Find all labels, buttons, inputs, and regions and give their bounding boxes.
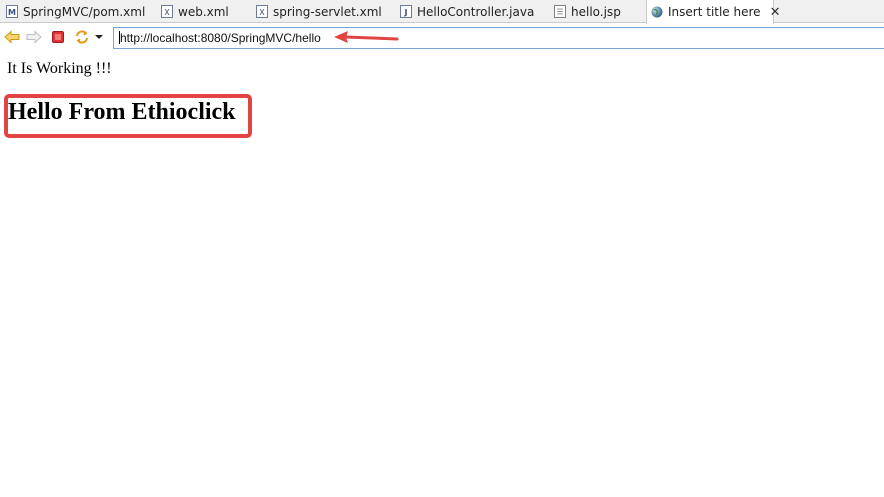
browser-content: It Is Working !!! Hello From Ethioclick [0,50,884,497]
svg-text:X: X [164,8,170,17]
jsp-file-icon [554,5,566,18]
tab-label: spring-servlet.xml [273,4,382,19]
tab-hello-controller-java[interactable]: J HelloController.java [400,0,554,23]
close-icon[interactable]: ✕ [770,6,781,19]
annotation-arrow-icon [334,31,399,43]
browser-toolbar: http://localhost:8080/SpringMVC/hello [0,24,884,50]
tab-hello-jsp[interactable]: hello.jsp [554,0,646,23]
chevron-down-icon[interactable] [93,29,105,45]
tab-label: SpringMVC/pom.xml [23,4,146,19]
svg-text:X: X [259,8,265,17]
tab-label: hello.jsp [571,4,621,19]
url-text: http://localhost:8080/SpringMVC/hello [120,31,321,45]
back-icon[interactable] [4,29,20,45]
tab-insert-title-here[interactable]: Insert title here ✕ [646,0,780,24]
tab-pom-xml[interactable]: M SpringMVC/pom.xml [0,0,161,23]
svg-text:M: M [8,8,16,17]
editor-tab-bar: M SpringMVC/pom.xml X web.xml X spring-s… [0,0,884,24]
page-heading: Hello From Ethioclick [8,99,236,125]
xml-file-icon: X [161,5,173,18]
maven-file-icon: M [6,5,18,18]
tab-web-xml[interactable]: X web.xml [161,0,256,23]
stop-icon[interactable] [50,29,66,45]
tab-label: Insert title here [668,5,761,19]
tab-spring-servlet-xml[interactable]: X spring-servlet.xml [256,0,400,23]
svg-text:J: J [404,8,408,17]
java-file-icon: J [400,5,412,18]
status-message: It Is Working !!! [7,60,112,77]
globe-icon [651,6,663,19]
xml-file-icon: X [256,5,268,18]
tab-label: HelloController.java [417,4,535,19]
refresh-icon[interactable] [74,29,90,45]
tab-label: web.xml [178,4,229,19]
forward-icon[interactable] [26,29,42,45]
url-input[interactable]: http://localhost:8080/SpringMVC/hello [113,27,884,49]
